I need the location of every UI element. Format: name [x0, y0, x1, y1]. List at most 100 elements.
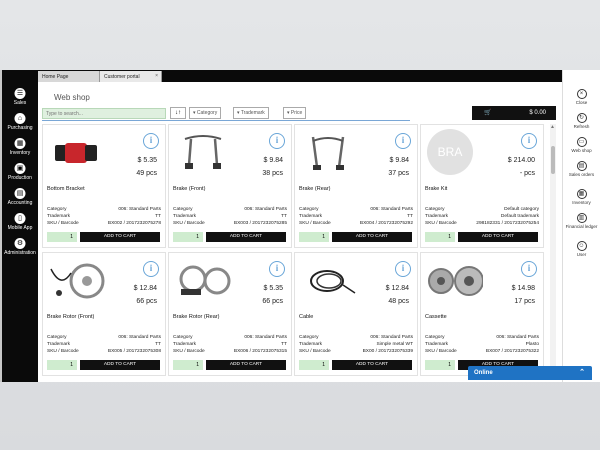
rightbar-item-user[interactable]: ☺ User: [563, 240, 600, 264]
scroll-thumb[interactable]: [551, 146, 555, 174]
info-icon[interactable]: i: [395, 133, 411, 149]
sidebar-item-purchasing[interactable]: ⌂ Purchasing: [2, 111, 38, 136]
sidebar-item-production[interactable]: ▣ Production: [2, 161, 38, 186]
product-name: Bottom Bracket: [47, 186, 85, 192]
field-value: 006: Standard Parts: [370, 335, 413, 340]
tab-customer-portal[interactable]: Customer portal ×: [100, 71, 162, 82]
field-label: SKU / Barcode: [425, 349, 457, 354]
product-category-row: Category 006: Standard Parts: [299, 335, 413, 342]
add-to-cart-button[interactable]: ADD TO CART: [80, 360, 160, 370]
refresh-icon: ↻: [576, 113, 587, 123]
rightbar-item-web-shop[interactable]: ▭ Web shop: [563, 136, 600, 160]
sidebar-item-mobile-app[interactable]: ▯ Mobile App: [2, 211, 38, 236]
quantity-input[interactable]: 1: [299, 232, 329, 242]
add-to-cart-button[interactable]: ADD TO CART: [458, 232, 538, 242]
close-tab-icon[interactable]: ×: [155, 73, 158, 79]
filter-price-button[interactable]: ▾ Price: [283, 107, 307, 119]
sidebar-item-sales[interactable]: ☰ Sales: [2, 86, 38, 111]
product-sku-row: SKU / Barcode BX002 / 2017232075278: [47, 221, 161, 228]
field-value: TT: [155, 214, 161, 219]
add-to-cart-button[interactable]: ADD TO CART: [206, 232, 286, 242]
field-value: 006: Standard Parts: [118, 335, 161, 340]
info-icon[interactable]: i: [269, 133, 285, 149]
field-value: 006: Standard Parts: [118, 207, 161, 212]
product-stock: - pcs: [519, 170, 535, 177]
quantity-input[interactable]: 1: [173, 360, 203, 370]
product-price: $ 12.84: [385, 285, 409, 292]
field-value: Default trademark: [500, 214, 539, 219]
field-label: Category: [299, 207, 319, 212]
sidebar-item-label: Production: [8, 175, 32, 181]
field-label: Trademark: [47, 342, 71, 347]
info-icon[interactable]: i: [521, 261, 537, 277]
user-icon: ☺: [576, 241, 587, 251]
product-price: $ 5.35: [137, 157, 157, 164]
product-category-row: Category 006: Standard Parts: [173, 335, 287, 342]
add-to-cart-button[interactable]: ADD TO CART: [332, 232, 412, 242]
rightbar-item-inventory[interactable]: ▦ Inventory: [563, 188, 600, 212]
chat-online-bar[interactable]: Online ⌃: [468, 366, 592, 380]
rightbar-item-sales-orders[interactable]: ▤ Sales orders: [563, 160, 600, 188]
info-icon[interactable]: i: [269, 261, 285, 277]
tab-label: Customer portal: [104, 74, 140, 80]
field-value: BX002 / 2017232075278: [107, 221, 161, 226]
rightbar-item-label: Refresh: [573, 124, 590, 129]
product-trademark-row: Trademark Simple metal WT: [299, 342, 413, 349]
info-icon[interactable]: i: [143, 133, 159, 149]
product-trademark-row: Trademark TT: [47, 342, 161, 349]
close-icon: ×: [576, 89, 587, 99]
quantity-input[interactable]: 1: [425, 232, 455, 242]
search-input[interactable]: [42, 108, 166, 119]
sidebar-item-label: Mobile App: [7, 225, 33, 231]
field-value: Simple metal WT: [376, 342, 413, 347]
product-card: i $ 5.35 66 pcs Brake Rotor (Rear) Category 0…: [168, 252, 292, 376]
filter-label: Price: [290, 110, 303, 116]
product-stock: 66 pcs: [262, 298, 283, 305]
sales-icon: ☰: [14, 88, 26, 99]
field-label: Trademark: [299, 342, 323, 347]
info-icon[interactable]: i: [395, 261, 411, 277]
chevron-up-icon[interactable]: ⌃: [579, 366, 585, 380]
product-stock: 49 pcs: [136, 170, 157, 177]
add-to-cart-button[interactable]: ADD TO CART: [332, 360, 412, 370]
rightbar-item-refresh[interactable]: ↻ Refresh: [563, 112, 600, 136]
chat-status: Online: [474, 370, 493, 376]
quantity-input[interactable]: 1: [47, 232, 77, 242]
field-label: SKU / Barcode: [173, 349, 205, 354]
sales-orders-icon: ▤: [576, 161, 587, 171]
rightbar-item-financial-ledger[interactable]: ▥ Financial ledger: [563, 212, 600, 240]
product-price: $ 12.84: [133, 285, 157, 292]
field-label: Category: [425, 207, 445, 212]
filter-trademark-button[interactable]: ▾ Trademark: [233, 107, 269, 119]
rightbar-item-label: Inventory: [572, 200, 591, 205]
field-label: Trademark: [47, 214, 71, 219]
sidebar-item-accounting[interactable]: ▤ Accounting: [2, 186, 38, 211]
add-to-cart-button[interactable]: ADD TO CART: [206, 360, 286, 370]
field-label: Trademark: [425, 342, 449, 347]
info-icon[interactable]: i: [521, 133, 537, 149]
quantity-input[interactable]: 1: [47, 360, 77, 370]
filter-category-button[interactable]: ▾ Category: [189, 107, 222, 119]
field-value: BX007 / 2017232075322: [485, 349, 539, 354]
rightbar-item-close[interactable]: × Close: [563, 88, 600, 112]
info-icon[interactable]: i: [143, 261, 159, 277]
scrollbar[interactable]: ▲: [550, 124, 556, 374]
add-to-cart-button[interactable]: ADD TO CART: [80, 232, 160, 242]
field-value: Plasto: [525, 342, 539, 347]
tab-home-page[interactable]: Home Page: [38, 71, 100, 82]
quantity-input[interactable]: 1: [425, 360, 455, 370]
webshop-icon: ▭: [576, 137, 587, 147]
scroll-up-icon[interactable]: ▲: [550, 124, 555, 130]
rightbar-item-label: Close: [575, 100, 588, 105]
product-price: $ 5.35: [263, 285, 283, 292]
field-value: BX006 / 2017232075315: [233, 349, 287, 354]
sort-button[interactable]: ↓↑: [170, 107, 186, 119]
left-sidebar: ☰ Sales ⌂ Purchasing ▦ Inventory ▣ Production ▤ A…: [0, 70, 38, 382]
quantity-input[interactable]: 1: [173, 232, 203, 242]
sidebar-item-inventory[interactable]: ▦ Inventory: [2, 136, 38, 161]
product-card: i $ 9.84 38 pcs Brake (Front) Category 006: S…: [168, 124, 292, 248]
sidebar-item-administration[interactable]: ⚙ Administration: [2, 236, 38, 261]
cart-button[interactable]: 🛒 $ 0.00: [472, 106, 556, 120]
quantity-input[interactable]: 1: [299, 360, 329, 370]
product-trademark-row: Trademark TT: [299, 214, 413, 221]
